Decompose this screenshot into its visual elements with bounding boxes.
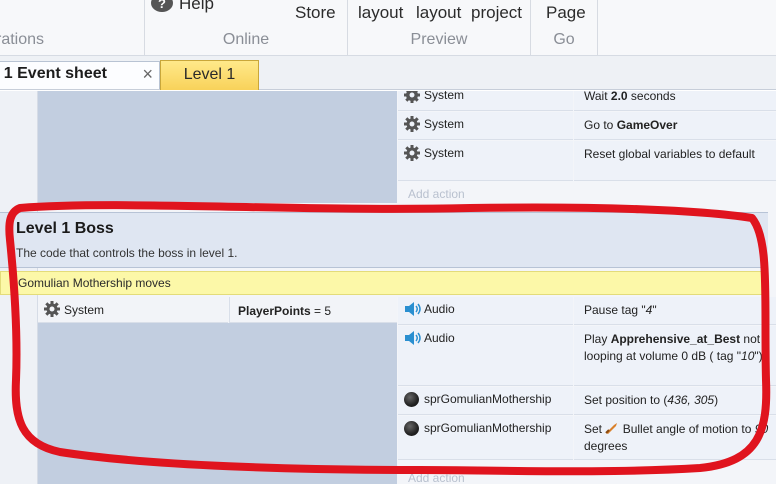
tab-label: el 1 Event sheet — [0, 65, 107, 82]
action-text: Play Apprehensive_at_Best not looping at… — [584, 332, 763, 363]
condition-object-name: System — [64, 303, 105, 317]
action-text-cell[interactable]: Reset global variables to default — [574, 141, 776, 181]
gear-icon — [44, 301, 60, 317]
action-object-cell[interactable]: System — [398, 112, 573, 140]
action-text: Wait 2.0 seconds — [584, 91, 676, 103]
tab-event-sheet[interactable]: el 1 Event sheet × — [0, 61, 160, 89]
ribbon-group-operations: rations — [0, 0, 145, 55]
action-text-cell[interactable]: Play Apprehensive_at_Best not looping at… — [574, 326, 776, 386]
action-text: Go to GameOver — [584, 118, 678, 132]
ribbon-group-label: Go — [553, 31, 575, 48]
action-object-cell[interactable]: Audio — [398, 297, 573, 325]
action-text-cell[interactable]: Wait 2.0 seconds — [574, 91, 776, 111]
sprite-ball-icon — [404, 421, 419, 436]
event-comment[interactable]: Gomulian Mothership moves — [0, 271, 768, 295]
action-object-cell[interactable]: sprGomulianMothership — [398, 416, 573, 460]
event-sheet-view[interactable]: System Wait 2.0 seconds System Go to Gam… — [0, 91, 776, 484]
speaker-icon — [405, 331, 421, 345]
action-text: Set position to (436, 305) — [584, 393, 719, 407]
bullet-behavior-icon — [605, 423, 618, 434]
event-group[interactable]: Level 1 Boss The code that controls the … — [0, 212, 768, 268]
tab-label: Level 1 — [183, 66, 236, 83]
condition-object-cell[interactable]: System — [38, 297, 228, 323]
action-text-cell[interactable]: Set position to (436, 305) — [574, 387, 776, 415]
conditions-column[interactable] — [38, 91, 397, 203]
action-text-cell[interactable]: Go to GameOver — [574, 112, 776, 140]
ribbon-group-online: ? Help Store Online — [145, 0, 348, 55]
sprite-ball-icon — [404, 392, 419, 407]
action-object-name: Audio — [424, 331, 455, 345]
conditions-column[interactable] — [38, 323, 397, 484]
ribbon-group-label: Preview — [410, 31, 468, 48]
gear-icon — [404, 116, 420, 132]
store-button[interactable]: Store — [295, 3, 336, 23]
action-object-name: sprGomulianMothership — [424, 392, 552, 406]
ribbon-group-label: rations — [0, 31, 45, 48]
action-object-cell[interactable]: Audio — [398, 326, 573, 386]
action-object-cell[interactable]: sprGomulianMothership — [398, 387, 573, 415]
action-object-cell[interactable]: System — [398, 141, 573, 181]
ribbon-group-preview: layout layout project Preview — [348, 0, 531, 55]
action-text-cell[interactable]: Pause tag "4" — [574, 297, 776, 325]
ribbon-toolbar: rations ? Help Store Online layout layou… — [0, 0, 776, 56]
action-object-name: System — [424, 146, 465, 160]
preview-layout-button[interactable]: layout — [358, 3, 403, 23]
action-text: Pause tag "4" — [584, 303, 657, 317]
action-object-cell[interactable]: System — [398, 91, 573, 111]
help-icon[interactable]: ? — [151, 0, 173, 12]
gear-icon — [404, 91, 420, 103]
go-page-button[interactable]: Page — [546, 3, 586, 23]
action-object-name: System — [424, 117, 465, 131]
document-tab-bar: el 1 Event sheet × Level 1 — [0, 56, 776, 90]
preview-project-button[interactable]: project — [471, 3, 522, 23]
action-object-name: sprGomulianMothership — [424, 421, 552, 435]
ribbon-group-go: Page Go — [531, 0, 598, 55]
action-text: Set Bullet angle of motion to 90 degrees — [584, 422, 769, 453]
speaker-icon — [405, 302, 421, 316]
tab-layout-level-1[interactable]: Level 1 — [160, 60, 259, 90]
add-action-link[interactable]: Add action — [408, 187, 465, 201]
action-object-name: System — [424, 91, 465, 102]
close-icon[interactable]: × — [142, 64, 153, 85]
condition-text: PlayerPoints = 5 — [238, 304, 332, 318]
ribbon-group-label: Online — [222, 31, 270, 48]
group-description: The code that controls the boss in level… — [16, 246, 238, 260]
help-button[interactable]: Help — [179, 0, 214, 14]
action-text: Reset global variables to default — [584, 147, 755, 161]
debug-layout-button[interactable]: layout — [416, 3, 461, 23]
comment-text: Gomulian Mothership moves — [18, 276, 171, 290]
action-object-name: Audio — [424, 302, 455, 316]
gear-icon — [404, 145, 420, 161]
add-action-link[interactable]: Add action — [408, 471, 465, 484]
group-title: Level 1 Boss — [16, 220, 114, 237]
action-text-cell[interactable]: Set Bullet angle of motion to 90 degrees — [574, 416, 776, 460]
condition-text-cell[interactable]: PlayerPoints = 5 — [229, 297, 397, 323]
